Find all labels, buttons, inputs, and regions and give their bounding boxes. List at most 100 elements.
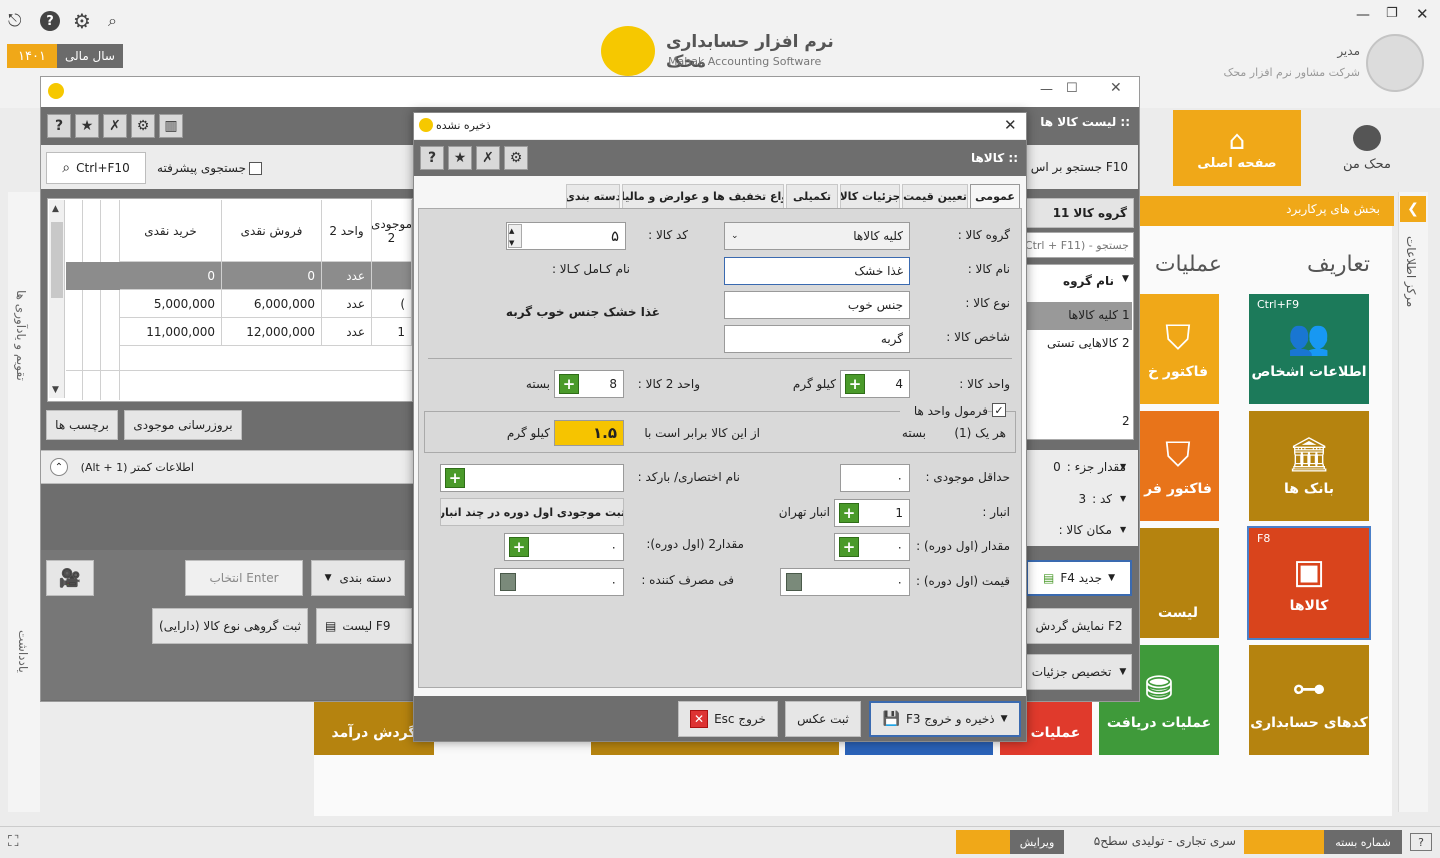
allocate-button[interactable]: ▼ تخصیص جزئیات	[1026, 654, 1132, 690]
home-tile[interactable]: ⌂ صفحه اصلی	[1173, 110, 1301, 186]
dialog-star-icon[interactable]: ★	[448, 146, 472, 170]
update-stock-button[interactable]: بروزرسانی موجودی	[124, 410, 242, 440]
collapse-up-icon[interactable]: ⌃	[50, 458, 68, 476]
goods-tile[interactable]: F8 ▣ کالاها	[1247, 526, 1371, 640]
row1-buy[interactable]: 5,000,000	[120, 290, 222, 318]
code-field[interactable]: ۵	[506, 222, 626, 250]
list-close-icon[interactable]: ✕	[1110, 80, 1122, 96]
calendar-label[interactable]: تقویم و یادآوری ها	[14, 290, 28, 381]
tab-general[interactable]: عمومی	[970, 184, 1020, 208]
row2-unit[interactable]: عدد	[322, 318, 372, 346]
labels-button[interactable]: برچسب ها	[46, 410, 118, 440]
list-tools-icon[interactable]: ✗	[103, 114, 127, 138]
invoice2-tile[interactable]: ⛉ فاکتور فر	[1137, 411, 1219, 521]
price-calculator-icon[interactable]	[786, 573, 802, 591]
row2-stock[interactable]: 1	[372, 318, 412, 346]
index-field[interactable]: گربه	[724, 325, 910, 353]
group-search-input[interactable]: جستجو - (Ctrl + F11)	[1024, 232, 1134, 258]
list-chart-icon[interactable]: ▥	[159, 114, 183, 138]
logout-icon[interactable]: ⎋	[8, 11, 28, 31]
consumer-calculator-icon[interactable]	[500, 573, 516, 591]
row1-unit[interactable]: عدد	[322, 290, 372, 318]
avatar[interactable]	[1366, 34, 1424, 92]
acc-codes-tile[interactable]: ⊶ کدهای حسابداری	[1249, 645, 1369, 755]
new-button[interactable]: ▼ جدید F4 ▤	[1026, 560, 1132, 596]
qty2-add-icon[interactable]: +	[509, 537, 529, 557]
scroll-thumb[interactable]	[51, 222, 63, 298]
list-gear-icon[interactable]: ⚙	[131, 114, 155, 138]
list-f9-button[interactable]: ▤ لیست F9	[316, 608, 412, 644]
col-buy[interactable]: خرید نقدی	[120, 200, 222, 262]
col-sell[interactable]: فروش نقدی	[222, 200, 322, 262]
group-col[interactable]: نام گروه	[1030, 274, 1114, 288]
advanced-search-checkbox[interactable]	[249, 162, 262, 175]
tab-extra[interactable]: تکمیلی	[786, 184, 838, 208]
dialog-tools-icon[interactable]: ✗	[476, 146, 500, 170]
gear-icon[interactable]: ⚙	[73, 9, 91, 33]
info-center-label[interactable]: مرکز اطلاعات	[1404, 236, 1418, 307]
invoice1-tile[interactable]: ⛉ فاکتور خ	[1137, 294, 1219, 404]
code-dropdown-icon[interactable]: ▼	[1120, 494, 1126, 503]
col-stock2[interactable]: موجودی 2	[372, 200, 412, 262]
camera-icon[interactable]: 🎥	[46, 560, 94, 596]
categorize-button[interactable]: ▼ دسته بندی	[311, 560, 405, 596]
show-flow-button[interactable]: نمایش گردش F2	[1026, 608, 1132, 644]
list-help-icon[interactable]: ?	[47, 114, 71, 138]
tab-details[interactable]: جزئیات کالا	[840, 184, 900, 208]
search-icon[interactable]: ⌕	[108, 11, 117, 31]
row2-sell[interactable]: 12,000,000	[222, 318, 322, 346]
min-stock-field[interactable]: ۰	[840, 464, 910, 492]
unit-add-icon[interactable]: +	[845, 374, 865, 394]
exit-button[interactable]: خروج Esc ✕	[678, 701, 778, 737]
col-unit2[interactable]: واحد 2	[322, 200, 372, 262]
warehouse-add-icon[interactable]: +	[839, 503, 859, 523]
location-dropdown-icon[interactable]: ▼	[1120, 525, 1126, 534]
minimize-icon[interactable]: —	[1356, 7, 1370, 23]
barcode-field[interactable]	[440, 464, 624, 492]
dialog-help-icon[interactable]: ?	[420, 146, 444, 170]
search-button[interactable]: ⌕ Ctrl+F10	[46, 152, 146, 184]
unit2-add-icon[interactable]: +	[559, 374, 579, 394]
list-star-icon[interactable]: ★	[75, 114, 99, 138]
code-stepper[interactable]: ▲ ▼	[508, 224, 522, 248]
group-select[interactable]: کلیه کالاها ⌄	[724, 222, 910, 250]
group-name-1[interactable]: کالاهایی تستی	[1030, 336, 1118, 350]
notes-label[interactable]: یادداشت	[16, 630, 30, 673]
list-tile[interactable]: لیست	[1137, 528, 1219, 638]
scroll-up-icon[interactable]: ▲	[52, 204, 59, 214]
row1-stock[interactable]: (	[372, 290, 412, 318]
search-f10-label[interactable]: F10 جستجو بر اس	[1028, 160, 1128, 174]
dialog-gear-icon[interactable]: ⚙	[504, 146, 528, 170]
qty-add-icon[interactable]: +	[839, 537, 859, 557]
close-icon[interactable]: ✕	[1416, 5, 1429, 23]
tab-pricing[interactable]: تعیین قیمت	[902, 184, 968, 208]
list-minimize-icon[interactable]: —	[1040, 82, 1053, 97]
barcode-add-icon[interactable]: +	[445, 468, 465, 488]
enter-select-button[interactable]: انتخاب Enter	[185, 560, 303, 596]
multi-warehouse-button[interactable]: ثبت موجودی اول دوره در چند انبار	[440, 498, 624, 526]
scroll-down-icon[interactable]: ▼	[52, 385, 59, 395]
group-dropdown-icon[interactable]: ▼	[1122, 274, 1129, 284]
dialog-close-icon[interactable]: ✕	[1004, 116, 1017, 134]
row1-sell[interactable]: 6,000,000	[222, 290, 322, 318]
row2-buy[interactable]: 11,000,000	[120, 318, 222, 346]
tab-discounts[interactable]: انواع تخفیف ها و عوارض و مالیات	[622, 184, 784, 208]
formula-checkbox[interactable]: ✓	[992, 403, 1006, 417]
photo-button[interactable]: ثبت عکس	[785, 701, 861, 737]
list-maximize-icon[interactable]: ☐	[1066, 81, 1078, 96]
tab-category[interactable]: دسته بندی	[566, 184, 620, 208]
mahak-tile[interactable]: محک من	[1312, 110, 1422, 186]
banks-tile[interactable]: 🏛 بانک ها	[1249, 411, 1369, 521]
part-qty-dropdown-icon[interactable]: ▼	[1120, 462, 1126, 471]
name-field[interactable]: غذا خشک	[724, 257, 910, 285]
ratio-field[interactable]: ۱.۵	[554, 420, 624, 446]
status-help-icon[interactable]: ?	[1410, 833, 1432, 851]
save-exit-button[interactable]: ▼ ذخیره و خروج F3 💾	[869, 701, 1021, 737]
help-icon[interactable]: ?	[40, 11, 60, 31]
group-register-button[interactable]: ثبت گروهی نوع کالا (دارایی)	[152, 608, 308, 644]
status-screen-icon[interactable]: ⛶	[8, 832, 19, 850]
persons-tile[interactable]: Ctrl+F9 👥 اطلاعات اشخاص	[1249, 294, 1369, 404]
restore-icon[interactable]: ❐	[1386, 6, 1398, 21]
collapse-icon[interactable]: ❮	[1400, 196, 1426, 222]
type-field[interactable]: جنس خوب	[724, 291, 910, 319]
